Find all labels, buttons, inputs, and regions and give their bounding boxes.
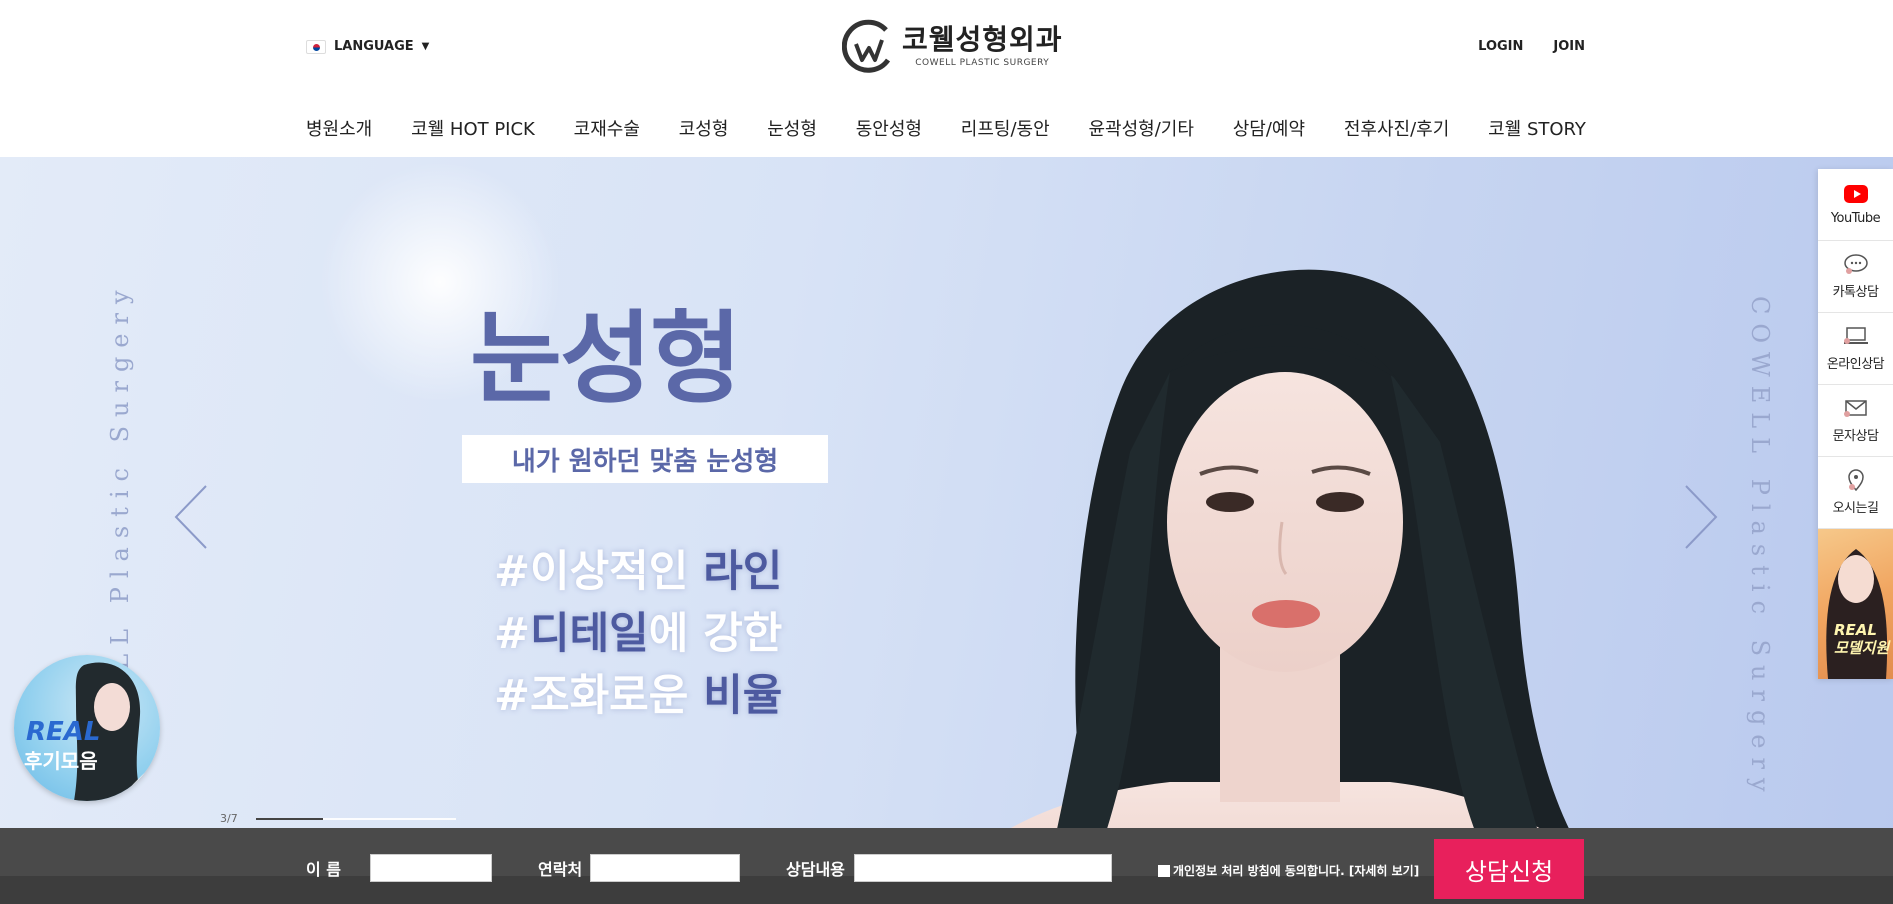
phone-label: 연락처 xyxy=(538,860,583,879)
auth-links: LOGIN JOIN xyxy=(1478,39,1585,54)
privacy-agree-text: 개인정보 처리 방침에 동의합니다. [자세히 보기] xyxy=(1173,864,1420,878)
youtube-icon xyxy=(1843,183,1869,205)
join-link[interactable]: JOIN xyxy=(1553,39,1585,54)
nav-item-nose[interactable]: 코성형 xyxy=(679,115,729,141)
main-nav: 병원소개 코웰 HOT PICK 코재수술 코성형 눈성형 동안성형 리프팅/동… xyxy=(306,115,1586,141)
model-photo xyxy=(930,269,1620,904)
quick-location[interactable]: 오시는길 xyxy=(1818,457,1893,529)
hero-title: 눈성형 xyxy=(470,300,742,417)
logo-name-ko: 코웰성형외과 xyxy=(902,23,1063,56)
language-selector[interactable]: LANGUAGE ▼ xyxy=(306,39,429,54)
hero-subtitle: 내가 원하던 맞춤 눈성형 xyxy=(462,435,828,483)
hashtag-line-3: #조화로운 비율 xyxy=(494,671,783,721)
prev-slide-arrow-icon[interactable] xyxy=(172,482,212,552)
nav-item-about[interactable]: 병원소개 xyxy=(306,115,372,141)
korea-flag-icon xyxy=(306,39,326,54)
quick-youtube-label: YouTube xyxy=(1830,211,1881,226)
nav-item-hot-pick[interactable]: 코웰 HOT PICK xyxy=(411,115,535,141)
quick-sms-label: 문자상담 xyxy=(1832,429,1879,444)
kakao-chat-icon xyxy=(1843,253,1869,275)
hashtag-line-1: #이상적인 라인 xyxy=(494,547,783,597)
quick-online[interactable]: 온라인상담 xyxy=(1818,313,1893,385)
laptop-icon xyxy=(1843,325,1869,347)
page-curl-icon xyxy=(116,757,160,801)
real-review-badge[interactable]: REAL 후기모음 xyxy=(14,655,160,801)
quick-online-label: 온라인상담 xyxy=(1826,357,1885,372)
content-input[interactable] xyxy=(854,854,1112,882)
quick-youtube[interactable]: YouTube xyxy=(1818,169,1893,241)
next-slide-arrow-icon[interactable] xyxy=(1680,482,1720,552)
nav-item-contour[interactable]: 윤곽성형/기타 xyxy=(1088,115,1193,141)
consult-submit-button[interactable]: 상담신청 xyxy=(1434,839,1584,899)
side-text-right: COWELL Plastic Surgery xyxy=(1746,296,1774,801)
privacy-checkbox[interactable] xyxy=(1158,864,1170,877)
nav-item-reviews[interactable]: 전후사진/후기 xyxy=(1344,115,1449,141)
quick-kakao[interactable]: 카톡상담 xyxy=(1818,241,1893,313)
hero-slider: COWELL Plastic Surgery COWELL Plastic Su… xyxy=(0,157,1893,904)
site-logo[interactable]: 코웰성형외과 COWELL PLASTIC SURGERY xyxy=(842,16,1063,76)
login-link[interactable]: LOGIN xyxy=(1478,39,1523,54)
hashtag-line-2: #디테일에 강한 xyxy=(494,609,783,659)
real-model-banner[interactable]: REAL 모델지원 xyxy=(1818,529,1893,679)
caret-down-icon: ▼ xyxy=(421,41,430,52)
cowell-logo-icon xyxy=(842,19,891,73)
banner-real-model-text: REAL 모델지원 xyxy=(1834,621,1890,657)
nav-item-eye[interactable]: 눈성형 xyxy=(767,115,817,141)
site-header: LANGUAGE ▼ 코웰성형외과 COWELL PLASTIC SURGERY… xyxy=(0,0,1893,157)
nav-item-consult[interactable]: 상담/예약 xyxy=(1233,115,1305,141)
quick-location-label: 오시는길 xyxy=(1832,501,1879,516)
phone-input[interactable] xyxy=(590,854,740,882)
slide-progress-bar xyxy=(256,818,456,820)
nav-item-lifting[interactable]: 리프팅/동안 xyxy=(961,115,1050,141)
envelope-icon xyxy=(1843,397,1869,419)
badge-real-text: REAL xyxy=(26,717,101,747)
name-label: 이 름 xyxy=(306,860,342,879)
name-input[interactable] xyxy=(370,854,492,882)
nav-item-anti-aging[interactable]: 동안성형 xyxy=(856,115,922,141)
slide-counter: 3/7 xyxy=(220,812,238,825)
logo-name-en: COWELL PLASTIC SURGERY xyxy=(915,58,1050,68)
nav-item-story[interactable]: 코웰 STORY xyxy=(1488,115,1586,141)
badge-review-text: 후기모음 xyxy=(24,749,98,773)
quick-menu: YouTube 카톡상담 온라인상담 문자상담 오시는길 REAL 모델지원 xyxy=(1818,169,1893,679)
quick-sms[interactable]: 문자상담 xyxy=(1818,385,1893,457)
privacy-agree[interactable]: 개인정보 처리 방침에 동의합니다. [자세히 보기] xyxy=(1158,862,1419,879)
location-pin-icon xyxy=(1843,469,1869,491)
language-label: LANGUAGE xyxy=(334,39,414,54)
slide-progress-fill xyxy=(256,818,323,820)
content-label: 상담내용 xyxy=(786,860,845,879)
quick-kakao-label: 카톡상담 xyxy=(1832,285,1879,300)
nav-item-nose-revision[interactable]: 코재수술 xyxy=(574,115,640,141)
